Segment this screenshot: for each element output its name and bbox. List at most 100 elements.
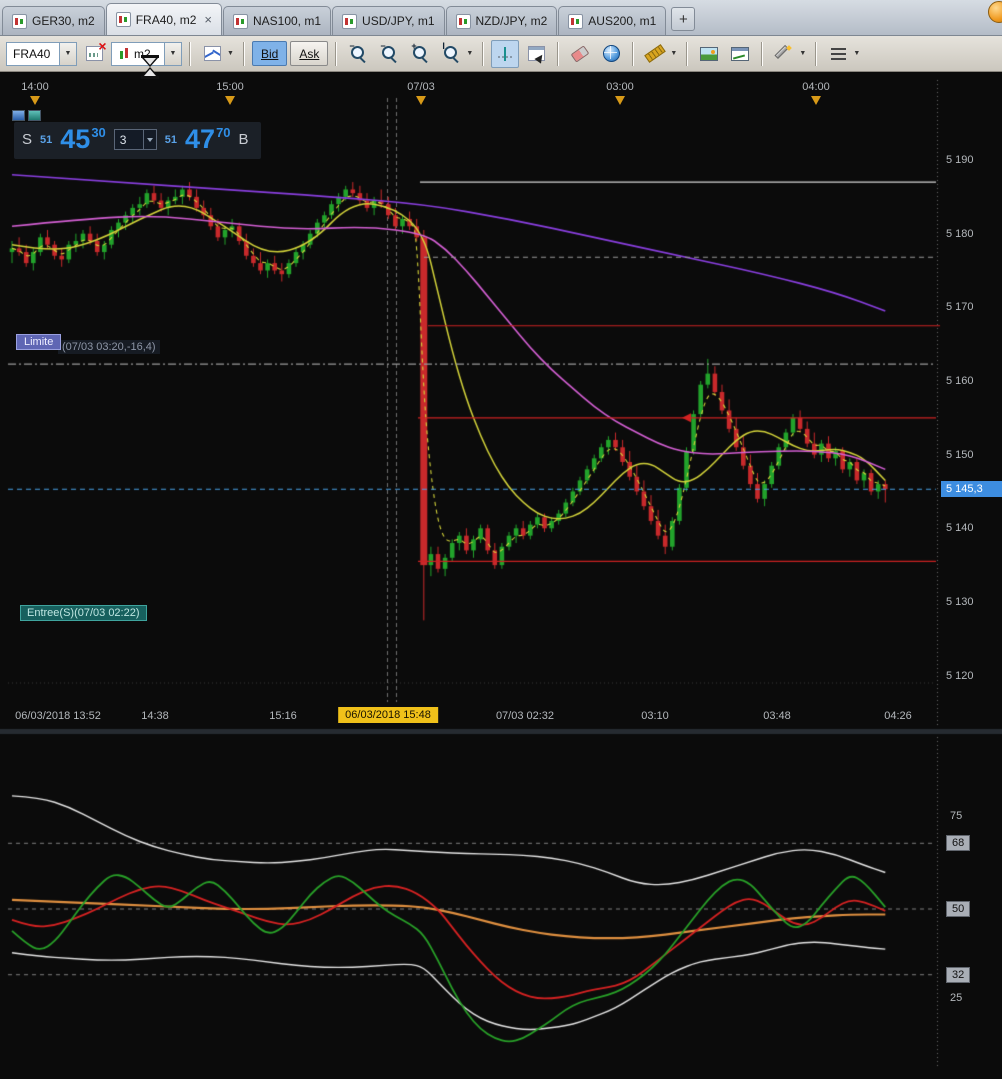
indicator-level-label: 75 [950, 809, 963, 822]
linechart-glyph [203, 46, 221, 61]
mini-toolbar-icon-teal[interactable] [28, 110, 41, 121]
time-axis-label: 03:10 [641, 710, 669, 722]
time-axis-label: 03:48 [763, 710, 791, 722]
chevron-down-icon[interactable]: ▼ [164, 42, 181, 65]
quantity-dropdown[interactable] [142, 130, 156, 149]
main-chart-area[interactable] [8, 98, 937, 702]
pointerchart-glyph [527, 46, 545, 61]
current-price-badge: 5 145,3 [941, 481, 1002, 498]
price-axis-label: 5 130 [946, 595, 974, 608]
chart-window-icon[interactable] [726, 40, 754, 68]
sell-price-button[interactable]: 45 30 [60, 126, 106, 153]
toolbar-separator [482, 41, 485, 66]
price-axis-label: 5 180 [946, 227, 974, 240]
instrument-select[interactable]: FRA40 ▼ [6, 41, 77, 66]
time-axis-label: 15:16 [269, 710, 297, 722]
sell-qty-label: 51 [40, 133, 53, 146]
time-marker-icon [811, 96, 821, 105]
time-axis-label: 15:00 [216, 81, 244, 93]
buy-price-decimals: 70 [216, 125, 231, 140]
analysis-wand-icon[interactable] [770, 40, 798, 68]
tab-label: USD/JPY, m1 [362, 14, 435, 28]
eraser-icon[interactable] [566, 40, 594, 68]
tab-nas100-m1[interactable]: NAS100, m1 [222, 6, 332, 35]
time-marker-icon [615, 96, 625, 105]
eraser-glyph [570, 44, 590, 63]
buy-side-label: B [238, 131, 249, 148]
ruler-icon[interactable] [641, 40, 669, 68]
cursorline-glyph [498, 46, 513, 61]
zoom-selection-icon[interactable]: I [437, 40, 465, 68]
wand-glyph [777, 46, 792, 61]
time-marker-icon [30, 96, 40, 105]
sell-price-main: 45 [60, 124, 91, 154]
zoom-forward-icon[interactable]: − [375, 40, 403, 68]
tab-label: NAS100, m1 [252, 14, 322, 28]
time-axis-label: 14:38 [141, 710, 169, 722]
tab-fra40-m2[interactable]: FRA40, m2 × [105, 3, 222, 35]
limit-order-badge[interactable]: Limite [16, 334, 62, 350]
price-axis-label: 5 150 [946, 448, 974, 461]
instrument-chart-icon [568, 13, 584, 29]
chartx-glyph [85, 38, 107, 61]
toolbar-separator [243, 41, 245, 66]
time-axis-label: 04:00 [802, 81, 830, 93]
chart-style-button[interactable] [198, 40, 226, 68]
quantity-value: 3 [119, 132, 127, 147]
toolbar-separator [632, 41, 635, 66]
chevron-down-icon[interactable]: ▼ [225, 41, 236, 67]
indicator-panel-area[interactable] [8, 737, 937, 1070]
instrument-chart-icon [232, 13, 248, 29]
instrument-chart-icon [342, 13, 358, 29]
windowchart-glyph [731, 46, 750, 61]
tab-usdjpy-m1[interactable]: USD/JPY, m1 [332, 6, 445, 35]
display-options-icon[interactable] [824, 40, 852, 68]
tab-label: AUS200, m1 [588, 14, 657, 28]
tab-ger30-m2[interactable]: GER30, m2 [2, 6, 105, 35]
tab-label: GER30, m2 [32, 14, 95, 28]
chevron-down-icon[interactable]: ▼ [668, 41, 679, 67]
ask-button[interactable]: Ask [290, 41, 329, 66]
time-axis-label: 06/03/2018 13:52 [15, 710, 101, 722]
vertical-cursor-icon[interactable] [491, 39, 520, 68]
mag-glyph [443, 45, 460, 62]
chevron-down-icon[interactable]: ▼ [464, 41, 475, 67]
globe-icon[interactable] [597, 40, 625, 68]
lines-glyph [830, 47, 846, 60]
zoom-in-icon[interactable]: + [406, 40, 434, 68]
price-axis[interactable] [940, 98, 1002, 702]
toolbar-separator [557, 41, 560, 66]
limit-order-info: (07/03 03:20,-16,4) [58, 340, 160, 354]
time-axis-label: 04:26 [884, 710, 912, 722]
toolbar-separator [335, 41, 338, 66]
hourglass-cursor-icon [141, 55, 159, 79]
snapshot-icon[interactable] [695, 40, 723, 68]
mini-toolbar-icon-blue[interactable] [12, 110, 25, 121]
tab-nzdjpy-m2[interactable]: NZD/JPY, m2 [445, 6, 558, 35]
toolbar-separator [189, 41, 191, 66]
buy-price-button[interactable]: 47 70 [185, 126, 231, 153]
toolbar-separator [761, 41, 764, 66]
indicator-level-label: 50 [946, 901, 971, 917]
chevron-down-icon[interactable]: ▼ [59, 42, 76, 65]
ruler-glyph [644, 44, 667, 63]
instrument-chart-icon [455, 13, 471, 29]
buy-qty-label: 51 [164, 133, 178, 146]
tab-aus200-m1[interactable]: AUS200, m1 [558, 6, 667, 35]
zoom-back-icon[interactable]: − [344, 40, 372, 68]
quantity-stepper[interactable]: 3 [113, 129, 157, 150]
chevron-down-icon[interactable]: ▼ [797, 41, 808, 67]
candle-icon [118, 47, 130, 61]
quotes-off-icon[interactable] [80, 38, 108, 68]
time-axis-label: 14:00 [21, 81, 49, 93]
tab-bar: GER30, m2 FRA40, m2 × NAS100, m1 USD/JPY, m1… [0, 0, 1002, 36]
pointer-tool-icon[interactable] [522, 40, 550, 68]
bid-button[interactable]: Bid [252, 41, 288, 66]
new-tab-button[interactable]: + [671, 7, 696, 31]
chevron-down-icon[interactable]: ▼ [851, 41, 862, 67]
trading-app-window: GER30, m2 FRA40, m2 × NAS100, m1 USD/JPY, m1… [0, 0, 1002, 1079]
tab-close-icon[interactable]: × [204, 13, 212, 26]
price-axis-label: 5 140 [946, 522, 974, 535]
instrument-select-value: FRA40 [13, 46, 51, 61]
entry-badge[interactable]: Entree(S)(07/03 02:22) [20, 605, 147, 621]
